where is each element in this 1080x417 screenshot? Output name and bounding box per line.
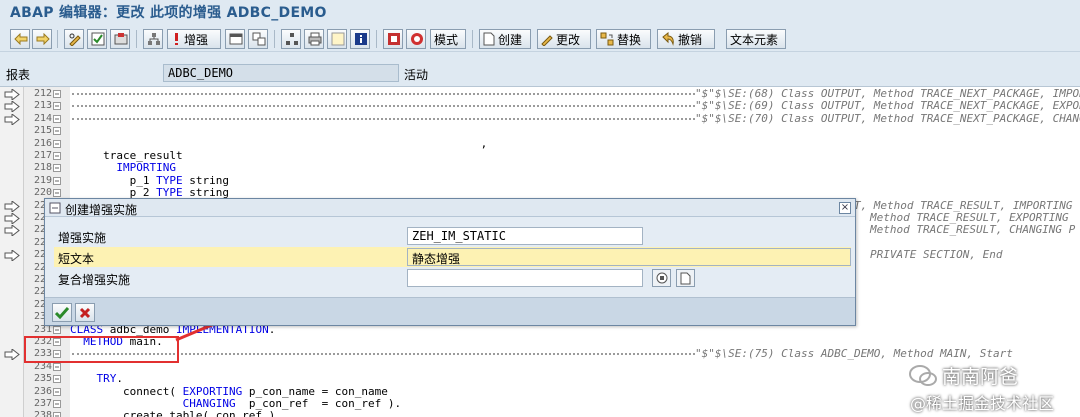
composite-input[interactable] [407, 269, 643, 287]
confirm-button[interactable] [52, 303, 72, 322]
checkmark-icon [55, 306, 69, 319]
short-text-input[interactable]: 静态增强 [407, 248, 851, 266]
wechat-icon [909, 365, 937, 386]
cancel-x-icon [79, 307, 91, 318]
close-icon[interactable]: × [839, 202, 851, 214]
short-text-row: 短文本 静态增强 [54, 247, 851, 267]
watermark-author: 南南阿爸 [942, 366, 1019, 388]
composite-row: 复合增强实施 [54, 268, 851, 288]
value-help-icon [656, 272, 667, 284]
impl-row: 增强实施 ZEH_IM_STATIC [54, 226, 851, 246]
cancel-button[interactable] [75, 303, 95, 322]
dialog-button-bar [45, 297, 855, 325]
impl-label: 增强实施 [58, 231, 107, 245]
composite-label: 复合增强实施 [58, 273, 131, 287]
watermark: 南南阿爸 @稀土掘金技术社区 [900, 360, 1080, 417]
watermark-site: @稀土掘金技术社区 [910, 394, 1055, 413]
create-composite-button[interactable] [676, 269, 695, 287]
dialog-title-bar: 创建增强实施 × [45, 199, 855, 217]
create-enhancement-dialog: 创建增强实施 × 增强实施 ZEH_IM_STATIC 短文本 静态增强 复合增… [44, 198, 856, 326]
short-text-label: 短文本 [58, 252, 95, 266]
impl-input[interactable]: ZEH_IM_STATIC [407, 227, 643, 245]
value-help-button[interactable] [652, 269, 671, 287]
dialog-icon [49, 202, 61, 214]
new-document-icon [680, 272, 691, 284]
dialog-title: 创建增强实施 [65, 203, 138, 217]
